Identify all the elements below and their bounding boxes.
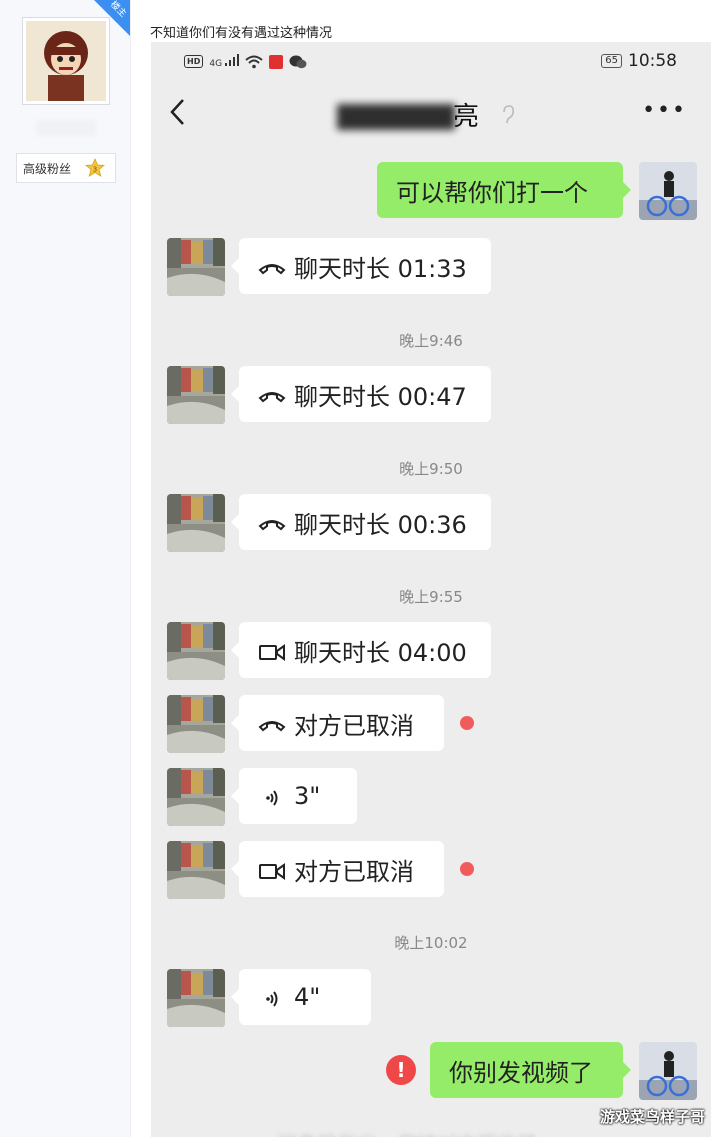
message-timestamp: 晚上10:02 — [394, 934, 468, 952]
message-text: 对方已取消 — [294, 711, 414, 740]
received-message-bubble[interactable]: 对方已取消 — [231, 841, 444, 897]
contact-name: 亮 — [453, 102, 480, 132]
unread-dot — [460, 862, 474, 876]
received-message-bubble[interactable]: 对方已取消 — [231, 695, 444, 751]
username-redacted — [36, 120, 96, 136]
message-text: 3" — [294, 782, 321, 810]
more-options-button[interactable]: ••• — [642, 100, 687, 122]
back-button[interactable] — [169, 98, 193, 130]
battery-indicator: 65 — [601, 54, 622, 68]
message-text: 聊天时长 01:33 — [294, 254, 467, 283]
contact-avatar[interactable] — [167, 969, 225, 1027]
phone-hangup-icon — [258, 512, 286, 532]
send-failed-icon[interactable]: ! — [386, 1055, 416, 1085]
signal-icon: 4G — [209, 54, 239, 69]
self-avatar[interactable] — [639, 162, 697, 220]
contact-avatar[interactable] — [167, 494, 225, 552]
contact-avatar[interactable] — [167, 841, 225, 899]
received-message-bubble[interactable]: 聊天时长 01:33 — [231, 238, 491, 294]
wechat-icon — [289, 55, 307, 68]
fan-badge-label: 高级粉丝 — [23, 161, 72, 176]
watermark: 游戏菜鸟样子哥 — [599, 1108, 705, 1126]
received-message-bubble[interactable]: 4" — [231, 969, 371, 1025]
received-message-bubble[interactable]: 聊天时长 04:00 — [231, 622, 491, 678]
phone-hangup-icon — [258, 713, 286, 733]
video-camera-icon — [258, 640, 286, 661]
received-message-bubble[interactable]: 3" — [231, 768, 357, 824]
self-avatar[interactable] — [639, 1042, 697, 1100]
message-text: 对方已取消 — [294, 857, 414, 886]
fan-level: 3 — [93, 166, 97, 174]
message-text: 可以帮你们打一个 — [396, 178, 588, 207]
message-text: 聊天时长 00:36 — [294, 510, 467, 539]
voice-wave-icon — [258, 786, 286, 806]
hd-indicator: HD — [184, 55, 204, 68]
sent-message-bubble[interactable]: 可以帮你们打一个 — [377, 162, 631, 218]
contact-avatar[interactable] — [167, 695, 225, 753]
received-message-bubble[interactable]: 聊天时长 00:36 — [231, 494, 491, 550]
system-message-partial: 消息已发出，但被对方拒收了 — [277, 1128, 617, 1137]
message-timestamp: 晚上9:55 — [399, 588, 463, 606]
contact-avatar[interactable] — [167, 768, 225, 826]
app-notification-icon — [268, 54, 283, 69]
message-text: 聊天时长 04:00 — [294, 638, 467, 667]
contact-avatar[interactable] — [167, 238, 225, 296]
status-time: 10:58 — [628, 51, 677, 71]
post-title: 不知道你们有没有遇过这种情况 — [150, 26, 333, 41]
chevron-left-icon — [170, 99, 184, 125]
phone-hangup-icon — [258, 256, 286, 276]
chat-nav-bar: 亮 ••• — [151, 84, 711, 144]
phone-screenshot: HD 4G 65 10:58 亮 ••• 可以帮你们打一个聊天时长 01:33 晚… — [151, 42, 711, 1137]
forum-sidebar: 楼主 高级粉丝 3 — [0, 0, 131, 1137]
unread-dot — [460, 716, 474, 730]
wifi-icon — [245, 55, 263, 68]
message-text: 你别发视频了 — [449, 1058, 593, 1087]
contact-name-redacted — [337, 104, 455, 130]
star-icon: 3 — [85, 158, 105, 177]
sent-message-bubble[interactable]: 你别发视频了 — [430, 1042, 631, 1098]
message-text: 聊天时长 00:47 — [294, 382, 467, 411]
status-bar: HD 4G 65 10:58 — [151, 42, 711, 82]
voice-wave-icon — [258, 987, 286, 1007]
earpiece-mode-icon — [503, 105, 514, 124]
message-timestamp: 晚上9:46 — [399, 332, 463, 350]
message-text: 4" — [294, 983, 321, 1011]
message-timestamp: 晚上9:50 — [399, 460, 463, 478]
video-camera-icon — [258, 859, 286, 880]
received-message-bubble[interactable]: 聊天时长 00:47 — [231, 366, 491, 422]
phone-hangup-icon — [258, 384, 286, 404]
fan-badge: 高级粉丝 3 — [16, 153, 116, 183]
contact-avatar[interactable] — [167, 622, 225, 680]
contact-avatar[interactable] — [167, 366, 225, 424]
